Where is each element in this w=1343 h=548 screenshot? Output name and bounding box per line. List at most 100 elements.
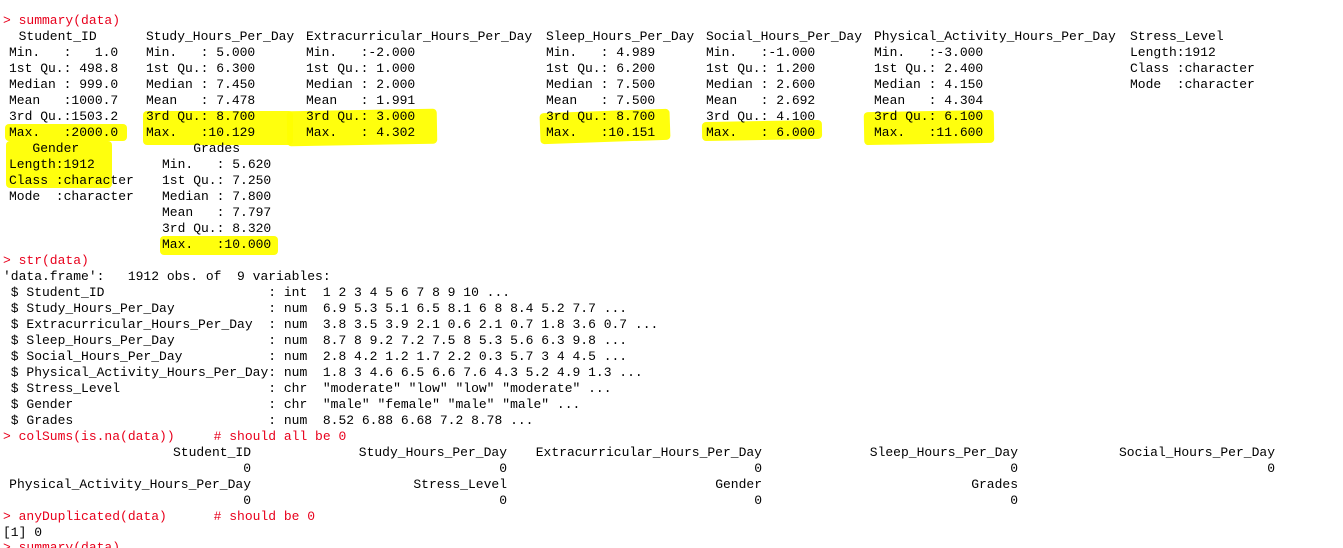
summary-cell: Max. :11.600 <box>874 125 984 140</box>
summary-cell: 3rd Qu.:1503.2 <box>9 109 119 124</box>
colsums-value: 0 <box>1010 493 1018 508</box>
str-line: $ Gender : chr "male" "female" "male" "m… <box>3 397 581 412</box>
summary-row-3rd-qu: 3rd Qu.:1503.2 3rd Qu.: 8.700 3rd Qu.: 3… <box>3 109 983 125</box>
summary-cell: 1st Qu.: 7.250 <box>162 173 272 188</box>
summary-cell: Median : 7.500 <box>546 77 656 92</box>
summary-header-extracurricular: Extracurricular_Hours_Per_Day <box>306 29 533 44</box>
r-console[interactable]: > summary(data) Student_ID Study_Hours_P… <box>0 0 1343 548</box>
summary-cell: Length:1912 <box>9 157 95 172</box>
colsums-value: 0 <box>754 493 762 508</box>
colsums-value: 0 <box>1267 461 1275 476</box>
summary-block2-row: Class :character 1st Qu.: 7.250 <box>3 173 271 189</box>
str-line: $ Physical_Activity_Hours_Per_Day: num 1… <box>3 365 643 380</box>
summary-cell: Min. :-1.000 <box>706 45 816 60</box>
summary-cell: Max. :10.151 <box>546 125 656 140</box>
colsums-name: Stress_Level <box>413 477 507 492</box>
summary-header-social-hours: Social_Hours_Per_Day <box>706 29 863 44</box>
summary-cell: Mean : 7.478 <box>146 93 256 108</box>
summary-header-row: Student_ID Study_Hours_Per_Day Extracurr… <box>3 29 1224 45</box>
summary-cell: Min. : 1.0 <box>9 45 119 60</box>
summary-cell: Mode :character <box>1130 77 1255 92</box>
summary-cell: Median : 999.0 <box>9 77 119 92</box>
summary-cell: Median : 7.800 <box>162 189 272 204</box>
summary-cell: Median : 7.450 <box>146 77 256 92</box>
summary-cell: Max. :2000.0 <box>9 125 119 140</box>
summary-header-student-id: Student_ID <box>3 29 97 44</box>
summary-cell: Min. :-3.000 <box>874 45 984 60</box>
summary-header-grades: Grades <box>162 141 241 156</box>
colsums-name: Student_ID <box>172 445 251 460</box>
colsums-names-row: Student_ID Study_Hours_Per_Day Extracurr… <box>0 445 1343 461</box>
summary-cell: 3rd Qu.: 8.320 <box>162 221 272 236</box>
summary-row-min: Min. : 1.0 Min. : 5.000 Min. :-2.000 Min… <box>3 45 1216 61</box>
summary-cell: 1st Qu.: 6.300 <box>146 61 256 76</box>
summary-cell: Min. :-2.000 <box>306 45 416 60</box>
summary-header-study-hours: Study_Hours_Per_Day <box>146 29 295 44</box>
anyduplicated-result: [1] 0 <box>3 525 43 540</box>
summary-cell: 1st Qu.: 498.8 <box>9 61 119 76</box>
colsums-value: 0 <box>243 493 251 508</box>
summary-header-stress-level: Stress_Level <box>1130 29 1224 44</box>
colsums-values-row: 0 0 0 0 <box>0 493 1343 509</box>
colsums-value: 0 <box>499 461 507 476</box>
summary-cell: Min. : 5.000 <box>146 45 256 60</box>
summary-cell: 3rd Qu.: 6.100 <box>874 109 984 124</box>
colsums-values-row: 0 0 0 0 0 <box>0 461 1343 477</box>
next-command-partial: > summary(data) <box>3 540 121 548</box>
anyduplicated-command: > anyDuplicated(data) # should be 0 <box>3 509 316 524</box>
colsums-name: Physical_Activity_Hours_Per_Day <box>9 477 251 492</box>
str-line: $ Sleep_Hours_Per_Day : num 8.7 8 9.2 7.… <box>3 333 628 348</box>
summary-header-physical-activity: Physical_Activity_Hours_Per_Day <box>874 29 1116 44</box>
colsums-name: Extracurricular_Hours_Per_Day <box>535 445 762 460</box>
colsums-value: 0 <box>754 461 762 476</box>
str-line: 'data.frame': 1912 obs. of 9 variables: <box>3 269 331 284</box>
summary-cell: 1st Qu.: 2.400 <box>874 61 984 76</box>
summary-cell: Mean : 2.692 <box>706 93 816 108</box>
summary-block2-row: 3rd Qu.: 8.320 <box>3 221 271 237</box>
summary-cell: Max. : 6.000 <box>706 125 816 140</box>
summary-header-gender: Gender <box>9 141 80 156</box>
summary-cell: Mean : 7.797 <box>162 205 272 220</box>
summary-block2-row: Max. :10.000 <box>3 237 271 253</box>
colsums-name: Social_Hours_Per_Day <box>1118 445 1275 460</box>
summary-cell: 3rd Qu.: 8.700 <box>546 109 656 124</box>
summary-cell: Max. : 4.302 <box>306 125 416 140</box>
colsums-value: 0 <box>243 461 251 476</box>
colsums-name: Grades <box>971 477 1018 492</box>
colsums-value: 0 <box>1010 461 1018 476</box>
summary-cell: 1st Qu.: 6.200 <box>546 61 656 76</box>
colsums-name: Study_Hours_Per_Day <box>358 445 507 460</box>
summary-cell: 1st Qu.: 1.000 <box>306 61 416 76</box>
colsums-name: Sleep_Hours_Per_Day <box>869 445 1018 460</box>
summary-block2-row: Length:1912 Min. : 5.620 <box>3 157 271 173</box>
summary-cell: 3rd Qu.: 3.000 <box>306 109 416 124</box>
summary-cell: Mean : 1.991 <box>306 93 416 108</box>
summary-row-mean: Mean :1000.7 Mean : 7.478 Mean : 1.991 M… <box>3 93 983 109</box>
summary-cell: Class :character <box>9 173 134 188</box>
summary-cell: Mode :character <box>9 189 134 204</box>
summary-cell: 3rd Qu.: 8.700 <box>146 109 256 124</box>
str-line: $ Social_Hours_Per_Day : num 2.8 4.2 1.2… <box>3 349 628 364</box>
str-line: $ Extracurricular_Hours_Per_Day : num 3.… <box>3 317 659 332</box>
summary-cell: Class :character <box>1130 61 1255 76</box>
summary-row-max: Max. :2000.0 Max. :10.129 Max. : 4.302 M… <box>3 125 983 141</box>
str-command: > str(data) <box>3 253 89 268</box>
summary-cell: Median : 2.600 <box>706 77 816 92</box>
summary-block2-row: Mean : 7.797 <box>3 205 271 221</box>
summary-command: > summary(data) <box>3 13 121 28</box>
summary-cell: 3rd Qu.: 4.100 <box>706 109 816 124</box>
colsums-names-row: Physical_Activity_Hours_Per_Day Stress_L… <box>0 477 1343 493</box>
summary-cell: Min. : 5.620 <box>162 157 272 172</box>
summary-row-1st-qu: 1st Qu.: 498.8 1st Qu.: 6.300 1st Qu.: 1… <box>3 61 1255 77</box>
str-line: $ Student_ID : int 1 2 3 4 5 6 7 8 9 10 … <box>3 285 511 300</box>
summary-cell: Mean : 7.500 <box>546 93 656 108</box>
summary-cell: 1st Qu.: 1.200 <box>706 61 816 76</box>
str-line: $ Study_Hours_Per_Day : num 6.9 5.3 5.1 … <box>3 301 628 316</box>
summary-row-median: Median : 999.0 Median : 7.450 Median : 2… <box>3 77 1255 93</box>
colsums-value: 0 <box>499 493 507 508</box>
str-line: $ Grades : num 8.52 6.88 6.68 7.2 8.78 .… <box>3 413 534 428</box>
summary-cell: Median : 2.000 <box>306 77 416 92</box>
summary-cell: Min. : 4.989 <box>546 45 656 60</box>
summary-cell: Median : 4.150 <box>874 77 984 92</box>
summary-block2-row: Mode :character Median : 7.800 <box>3 189 271 205</box>
